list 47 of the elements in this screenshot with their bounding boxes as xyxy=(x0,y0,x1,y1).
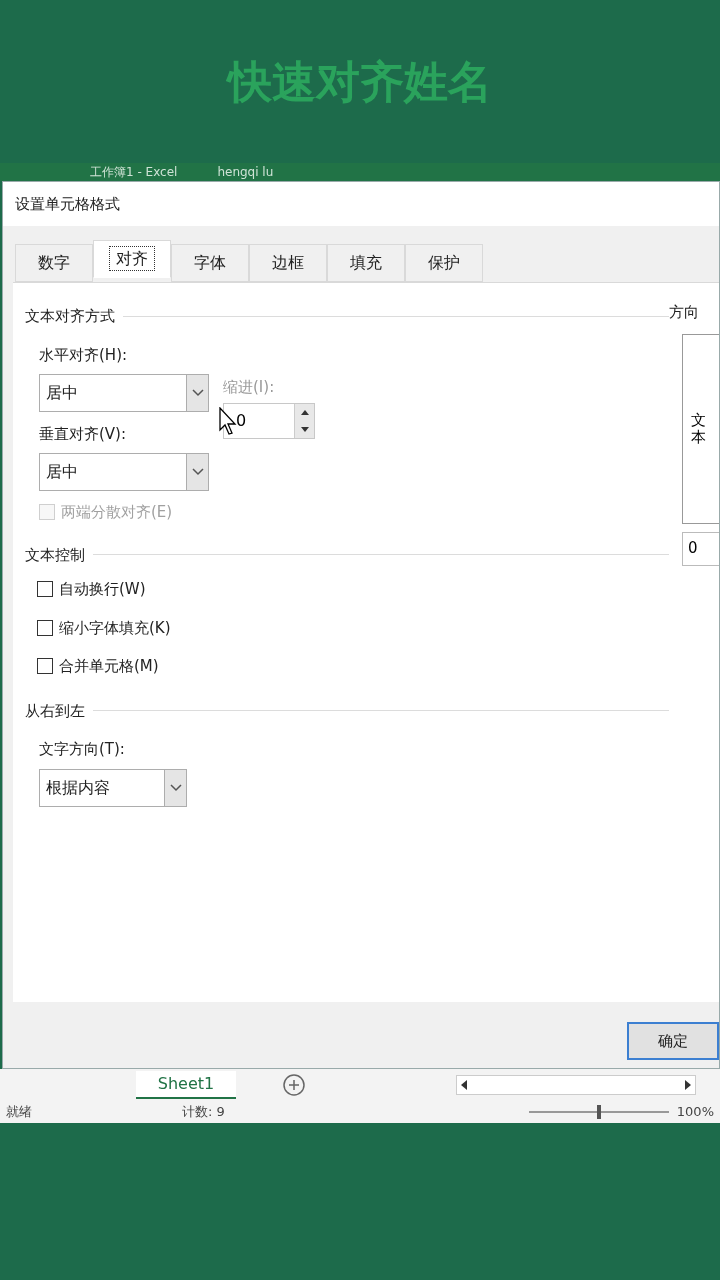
tab[interactable]: 边框 xyxy=(249,244,327,282)
field-label: 缩进(I): xyxy=(223,377,276,398)
dropdown[interactable]: 居中 xyxy=(39,374,209,412)
chevron-down-icon xyxy=(191,468,204,476)
left-arrow-icon[interactable] xyxy=(461,1080,467,1090)
tab[interactable]: 保护 xyxy=(405,244,483,282)
status-count: 计数: 9 xyxy=(182,1103,225,1122)
video-caption: 快速对齐姓名 xyxy=(228,54,492,109)
dropdown[interactable]: 居中 xyxy=(39,453,209,491)
checkbox[interactable] xyxy=(37,581,53,598)
checkbox-label: 合并单元格(M) xyxy=(59,656,159,677)
mouse-pointer-icon xyxy=(219,406,237,435)
checkbox[interactable] xyxy=(37,658,53,675)
section-heading: 从右到左 xyxy=(25,700,85,722)
indent-spinner[interactable]: 0 xyxy=(223,402,315,439)
dialog-title: 设置单元格格式 xyxy=(15,193,120,215)
window-title: 工作簿1 - Excel xyxy=(90,166,178,178)
checkbox-label: 自动换行(W) xyxy=(59,579,146,600)
right-arrow-icon[interactable] xyxy=(685,1080,691,1090)
tab[interactable]: 字体 xyxy=(171,244,249,282)
section-heading: 方向 xyxy=(669,302,700,323)
degrees-field[interactable]: 0 xyxy=(682,531,719,566)
horizontal-scrollbar[interactable] xyxy=(456,1075,696,1095)
field-label: 垂直对齐(V): xyxy=(39,423,127,445)
tab[interactable]: 数字 xyxy=(15,244,93,282)
section-heading: 文本对齐方式 xyxy=(25,306,115,327)
zoom-thumb[interactable] xyxy=(596,1105,601,1119)
dropdown[interactable]: 根据内容 xyxy=(39,768,187,807)
tab[interactable]: 对齐 xyxy=(93,240,171,278)
vertical-text: 文本 xyxy=(691,412,706,445)
ok-button[interactable]: 确定 xyxy=(627,1022,719,1060)
status-text: 就绪 xyxy=(6,1103,32,1122)
chevron-down-icon xyxy=(191,389,204,397)
zoom-slider[interactable] xyxy=(528,1105,669,1119)
field-label: 文字方向(T): xyxy=(39,739,126,760)
chevron-down-icon xyxy=(169,783,182,792)
tab[interactable]: 填充 xyxy=(327,244,405,282)
section-heading: 文本控制 xyxy=(25,544,85,566)
checkbox-label: 缩小字体填充(K) xyxy=(59,617,171,639)
zoom-percent: 100% xyxy=(676,1103,714,1122)
checkbox-label: 两端分散对齐(E) xyxy=(61,502,173,523)
checkbox[interactable] xyxy=(37,619,53,636)
field-label: 水平对齐(H): xyxy=(39,344,129,366)
orientation-box[interactable]: 文本 xyxy=(682,333,719,524)
add-sheet-icon[interactable] xyxy=(282,1073,306,1097)
user-name: hengqi lu xyxy=(217,166,274,178)
sheet-tab[interactable]: Sheet1 xyxy=(136,1071,236,1099)
